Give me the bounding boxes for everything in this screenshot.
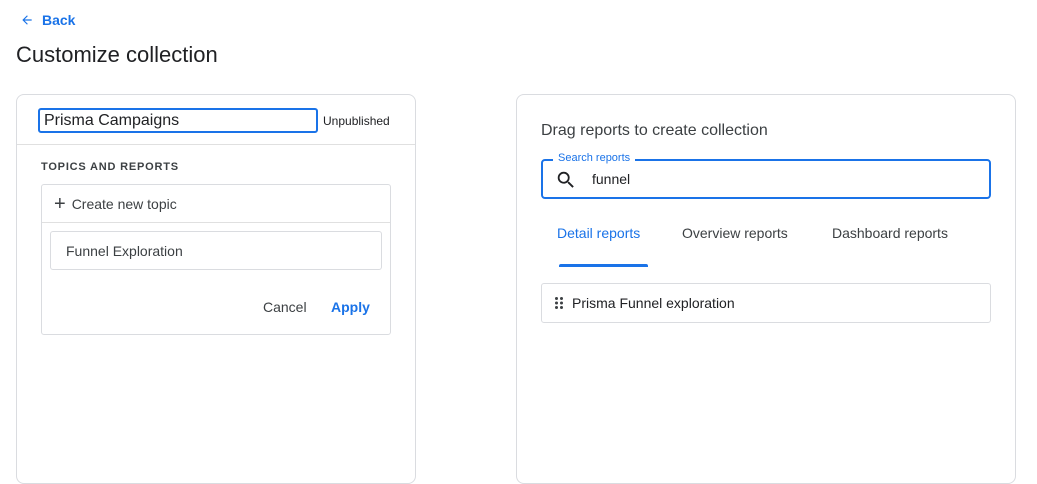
tab-overview-reports[interactable]: Overview reports: [682, 225, 788, 267]
report-tabs: Detail reports Overview reports Dashboar…: [541, 225, 991, 267]
report-label: Prisma Funnel exploration: [572, 295, 735, 311]
reports-panel: Drag reports to create collection Search…: [516, 94, 1016, 484]
tab-detail-reports[interactable]: Detail reports: [557, 225, 640, 267]
plus-icon: +: [54, 192, 66, 215]
collection-name-input[interactable]: [38, 108, 318, 133]
topics-section-label: TOPICS AND REPORTS: [41, 161, 179, 173]
create-topic-button[interactable]: + Create new topic: [42, 185, 390, 223]
create-topic-label: Create new topic: [71, 195, 177, 212]
topic-editor: + Create new topic Cancel Apply: [41, 184, 391, 335]
page-title: Customize collection: [16, 42, 218, 67]
search-reports-input[interactable]: [592, 169, 972, 189]
report-list-item[interactable]: Prisma Funnel exploration: [541, 283, 991, 323]
apply-button[interactable]: Apply: [331, 299, 370, 315]
active-tab-indicator: [559, 264, 648, 267]
collection-header: Unpublished: [17, 95, 415, 145]
back-link[interactable]: Back: [20, 12, 75, 28]
collection-panel: Unpublished TOPICS AND REPORTS + Create …: [16, 94, 416, 484]
arrow-back-icon: [22, 15, 32, 25]
publish-status: Unpublished: [323, 114, 390, 128]
cancel-button[interactable]: Cancel: [263, 299, 307, 315]
topic-name-input[interactable]: [50, 231, 382, 270]
reports-panel-title: Drag reports to create collection: [541, 122, 768, 139]
search-reports-field[interactable]: Search reports: [541, 152, 991, 199]
back-label: Back: [42, 12, 76, 28]
search-icon: [557, 171, 574, 188]
tab-dashboard-reports[interactable]: Dashboard reports: [832, 225, 948, 267]
drag-handle-icon[interactable]: [554, 296, 564, 310]
search-reports-label: Search reports: [553, 152, 636, 164]
